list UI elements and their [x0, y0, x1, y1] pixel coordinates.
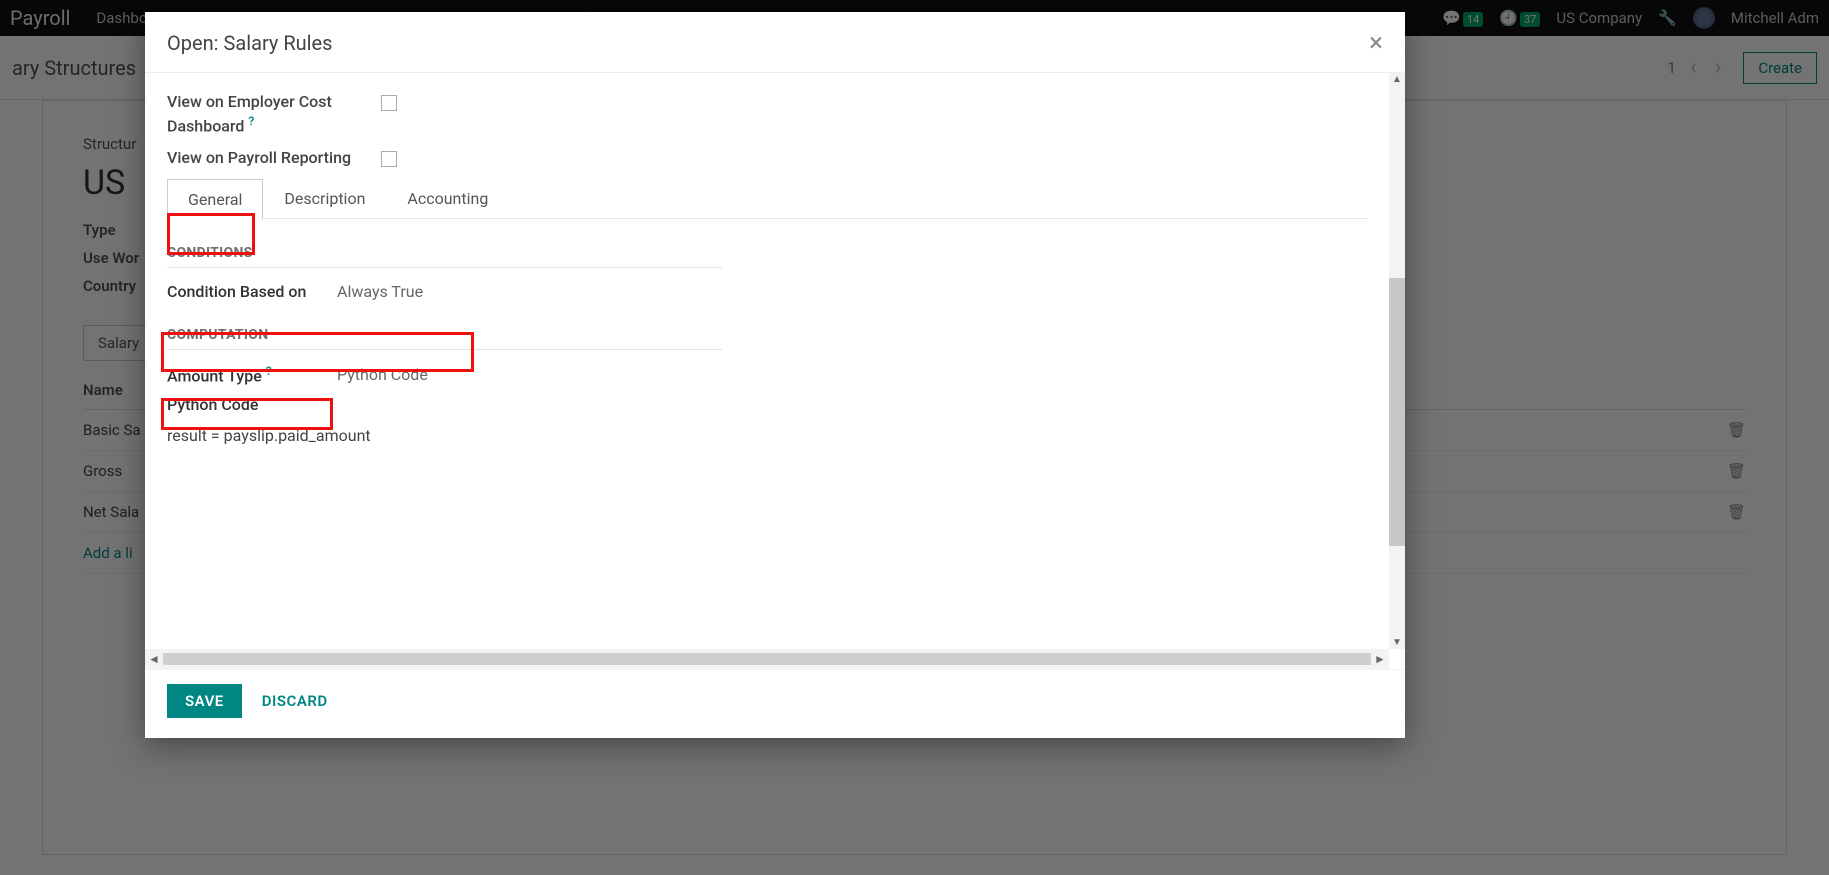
modal-scroll-area[interactable]: View on Employer Cost Dashboard ? View o… — [145, 73, 1389, 649]
amount-type-label: Amount Type ? — [167, 364, 337, 385]
save-button[interactable]: SAVE — [167, 684, 242, 718]
divider — [167, 349, 722, 350]
condition-based-on-label: Condition Based on — [167, 282, 337, 301]
tab-general[interactable]: General — [167, 179, 263, 219]
discard-button[interactable]: DISCARD — [262, 692, 328, 710]
view-payroll-reporting-checkbox[interactable] — [381, 151, 397, 167]
view-cost-dashboard-checkbox[interactable] — [381, 95, 397, 111]
scroll-up-arrow-icon[interactable]: ▲ — [1389, 74, 1405, 85]
modal-body: View on Employer Cost Dashboard ? View o… — [145, 73, 1405, 669]
horizontal-scrollbar-track[interactable]: ◄ ► — [145, 649, 1389, 669]
scroll-right-arrow-icon[interactable]: ► — [1371, 652, 1389, 666]
view-payroll-reporting-label: View on Payroll Reporting — [167, 147, 381, 169]
modal-header: Open: Salary Rules × — [145, 12, 1405, 73]
computation-header: COMPUTATION — [167, 327, 1367, 343]
scroll-left-arrow-icon[interactable]: ◄ — [145, 652, 163, 666]
conditions-header: CONDITIONS — [167, 245, 1367, 261]
vertical-scrollbar-thumb[interactable] — [1389, 278, 1405, 546]
python-code-value[interactable]: result = payslip.paid_amount — [167, 426, 1367, 445]
python-code-label: Python Code — [167, 395, 1367, 414]
modal-tabs: General Description Accounting — [167, 178, 1367, 219]
view-cost-dashboard-label: View on Employer Cost Dashboard ? — [167, 91, 381, 137]
amount-type-value[interactable]: Python Code — [337, 365, 428, 384]
tab-accounting[interactable]: Accounting — [386, 178, 509, 218]
condition-based-on-value[interactable]: Always True — [337, 282, 423, 301]
tab-description[interactable]: Description — [263, 178, 386, 218]
scroll-down-arrow-icon[interactable]: ▼ — [1389, 637, 1405, 648]
modal-footer: SAVE DISCARD — [145, 669, 1405, 738]
close-icon[interactable]: × — [1369, 28, 1383, 58]
divider — [167, 267, 722, 268]
salary-rules-modal: Open: Salary Rules × View on Employer Co… — [145, 12, 1405, 738]
modal-title: Open: Salary Rules — [167, 31, 332, 55]
horizontal-scrollbar-thumb[interactable] — [163, 653, 1371, 665]
